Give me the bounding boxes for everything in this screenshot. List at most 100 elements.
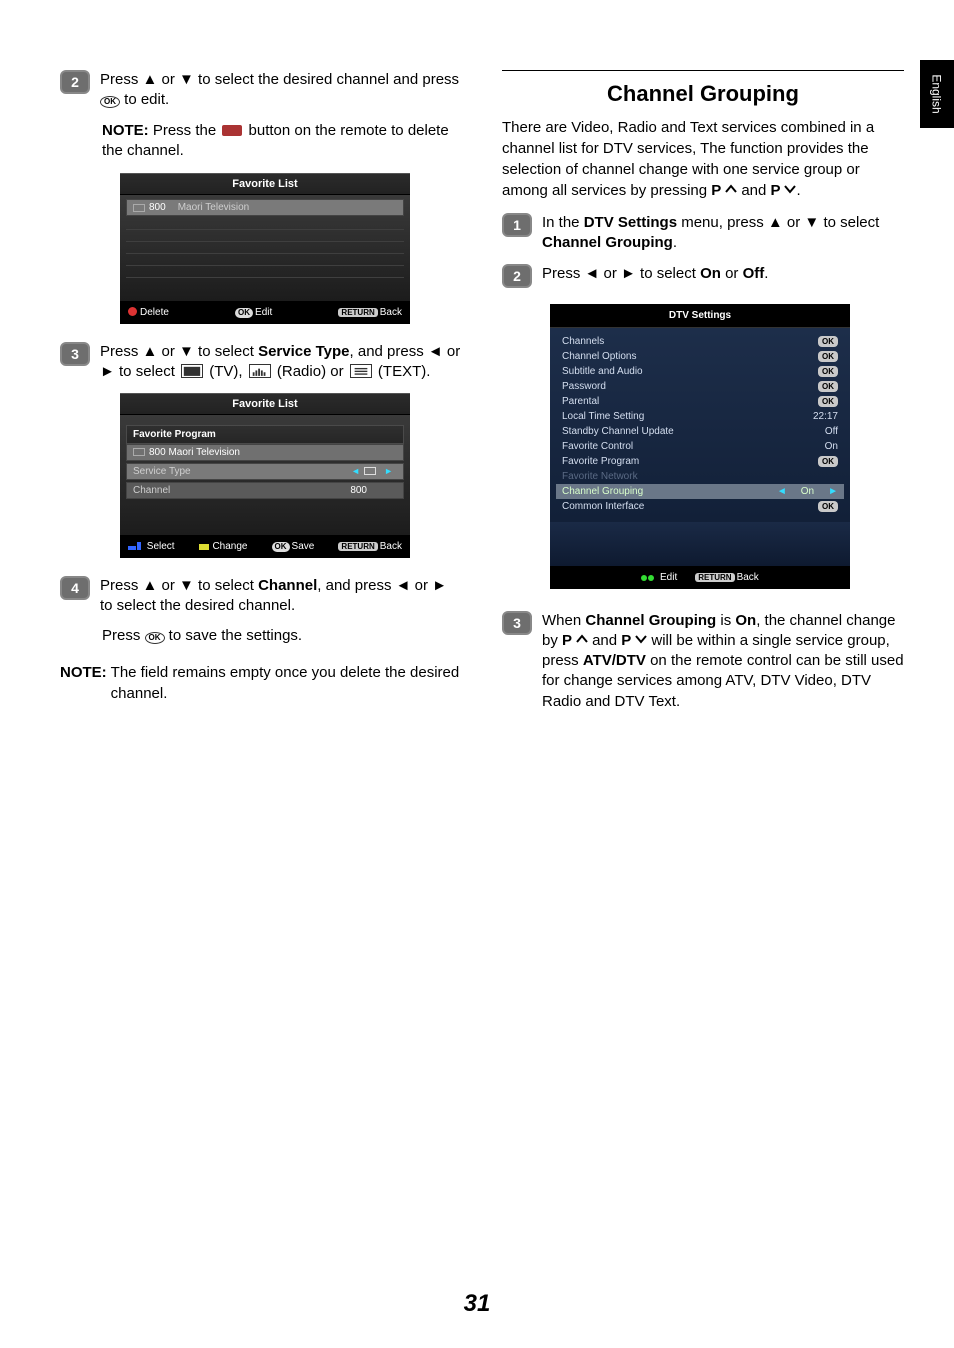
dtv-row-label: Favorite Program — [562, 456, 639, 467]
dtv-row-value: OK — [818, 336, 838, 347]
note-1-t1: Press the — [149, 122, 221, 139]
step-4-body: Press ▲ or ▼ to select Channel, and pres… — [100, 576, 462, 617]
dtv-row[interactable]: Favorite ControlOn — [556, 439, 844, 454]
note-1: NOTE: Press the button on the remote to … — [102, 121, 462, 162]
ok-pill-icon: OK — [235, 308, 253, 318]
r-step-3-bold3: ATV/DTV — [583, 652, 646, 669]
right-arrow-icon[interactable]: ► — [380, 466, 397, 476]
step-4-t1: Press ▲ or ▼ to select — [100, 577, 258, 594]
r-step-2-body: Press ◄ or ► to select On or Off. — [542, 264, 904, 284]
dtv-row-label: Channel Grouping — [562, 486, 643, 497]
step-3-text: (TEXT). — [374, 363, 431, 380]
dtv-row-value: OK — [818, 366, 838, 377]
dtv-row-value: OK — [818, 501, 838, 512]
dtv-row[interactable]: Favorite Program OK — [556, 454, 844, 469]
dtv-row[interactable]: ParentalOK — [556, 394, 844, 409]
panel2-footer: Select Change OKSave RETURNBack — [120, 535, 410, 558]
dtv-edit: Edit — [641, 572, 677, 583]
panel2-back: RETURNBack — [338, 541, 402, 552]
note-2-label: NOTE: — [60, 662, 107, 704]
dtv-row[interactable]: Local Time Setting22:17 — [556, 409, 844, 424]
p-dn-glyph: P — [771, 182, 797, 199]
dtv-body: ChannelsOKChannel OptionsOKSubtitle and … — [550, 328, 850, 522]
panel2-row1[interactable]: Service Type ◄ ► — [126, 463, 404, 480]
note-1-label: NOTE: — [102, 122, 149, 139]
panel1-row-selected[interactable]: 800 Maori Television — [126, 199, 404, 216]
step-3-bold1: Service Type — [258, 343, 349, 360]
nav-dot-icon — [137, 542, 141, 550]
panel1-footer: Delete OKEdit RETURNBack — [120, 301, 410, 324]
r-step-1: 1 In the DTV Settings menu, press ▲ or ▼… — [502, 213, 904, 254]
dtv-row-label: Channels — [562, 336, 604, 347]
r-step-3-t1: When — [542, 612, 585, 629]
step-4b-t1: Press — [102, 627, 145, 644]
dtv-row[interactable]: Subtitle and Audio OK — [556, 364, 844, 379]
return-pill-icon: RETURN — [338, 542, 377, 551]
section-title: Channel Grouping — [502, 81, 904, 107]
p-up-glyph: P — [711, 182, 737, 199]
panel1-edit: OKEdit — [235, 307, 272, 318]
dtv-row[interactable]: Channel OptionsOK — [556, 349, 844, 364]
r-step-1-body: In the DTV Settings menu, press ▲ or ▼ t… — [542, 213, 904, 254]
r-step-1-bold1: DTV Settings — [584, 214, 677, 231]
ok-pill-icon: OK — [272, 542, 290, 552]
dtv-row[interactable]: Channel Grouping ◄On► — [556, 484, 844, 499]
dtv-row-label: Standby Channel Update — [562, 426, 674, 437]
step-4: 4 Press ▲ or ▼ to select Channel, and pr… — [60, 576, 462, 617]
panel1-delete: Delete — [128, 307, 169, 318]
content-columns: 2 Press ▲ or ▼ to select the desired cha… — [0, 0, 954, 722]
panel1-body: 800 Maori Television — [120, 195, 410, 301]
dtv-spacer — [550, 522, 850, 566]
radio-service-icon — [249, 364, 271, 378]
intro-b: . — [796, 182, 800, 199]
step-4b: Press OK to save the settings. — [102, 626, 462, 646]
r-step-3-bold1: Channel Grouping — [585, 612, 716, 629]
r-step-2-bold2: Off — [743, 265, 765, 282]
dtv-row-label: Favorite Network — [562, 471, 638, 482]
r-step-2-bold1: On — [700, 265, 721, 282]
panel2-row1-label: Service Type — [133, 466, 347, 477]
r-step-1-badge: 1 — [502, 213, 532, 237]
dtv-row[interactable]: Standby Channel Update Off — [556, 424, 844, 439]
panel2-row0: 800 Maori Television — [126, 444, 404, 461]
return-pill-icon: RETURN — [338, 308, 377, 317]
dtv-row-value: OK — [818, 351, 838, 362]
dtv-row-value: ◄On► — [777, 486, 838, 497]
step-3: 3 Press ▲ or ▼ to select Service Type, a… — [60, 342, 462, 383]
dtv-row[interactable]: Channels OK — [556, 334, 844, 349]
red-dot-icon — [128, 307, 137, 316]
intro-para: There are Video, Radio and Text services… — [502, 117, 904, 201]
r-step-2-t2: or — [721, 265, 743, 282]
right-column: Channel Grouping There are Video, Radio … — [502, 70, 904, 722]
r-step-2-badge: 2 — [502, 264, 532, 288]
dtv-row-value: OK — [818, 456, 838, 467]
r-step-3-bold2: On — [735, 612, 756, 629]
dtv-row-value: Off — [825, 426, 838, 437]
intro-and: and — [737, 182, 770, 199]
nav-dot-icon — [199, 544, 209, 550]
nav-dot-icon — [641, 575, 647, 581]
favorite-list-panel-1: Favorite List 800 Maori Television Delet… — [120, 173, 410, 324]
panel2-row2-val: 800 — [350, 485, 367, 496]
p-up-glyph: P — [562, 632, 588, 649]
panel1-back: RETURNBack — [338, 307, 402, 318]
r-step-3-t2: is — [716, 612, 735, 629]
dtv-row-label: Local Time Setting — [562, 411, 644, 422]
dtv-row-label: Password — [562, 381, 606, 392]
panel2-row2[interactable]: Channel 800 — [126, 482, 404, 499]
panel1-row-num: 800 — [149, 202, 166, 213]
panel2-title: Favorite List — [120, 393, 410, 415]
return-pill-icon: RETURN — [695, 573, 734, 582]
dtv-row[interactable]: Common InterfaceOK — [556, 499, 844, 514]
dtv-row[interactable]: PasswordOK — [556, 379, 844, 394]
r-step-1-t3: . — [673, 234, 677, 251]
dtv-row[interactable]: Favorite Network — [556, 469, 844, 484]
dtv-back: RETURNBack — [695, 572, 759, 583]
language-tab: English — [920, 60, 954, 128]
dtv-row-label: Subtitle and Audio — [562, 366, 643, 377]
step-4b-t2: to save the settings. — [165, 627, 303, 644]
intro-a: There are Video, Radio and Text services… — [502, 119, 874, 199]
tv-type-icon — [133, 204, 145, 212]
left-arrow-icon[interactable]: ◄ — [347, 466, 364, 476]
note-2-text: The field remains empty once you delete … — [111, 662, 462, 704]
